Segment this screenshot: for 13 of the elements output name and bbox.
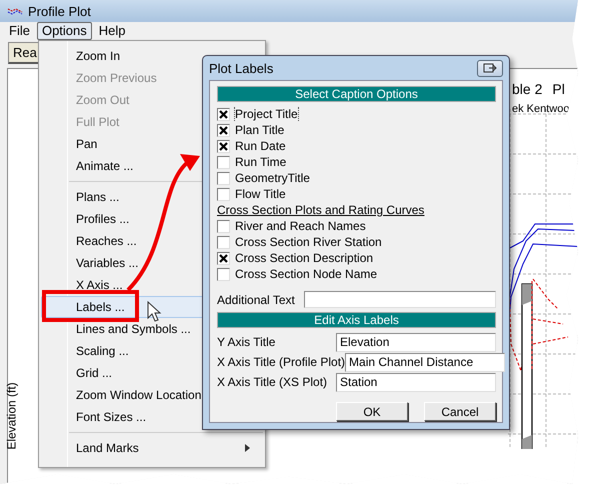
group-heading: Cross Section Plots and Rating Curves [217,202,426,218]
plot-subtitle: ek Kentwoo [512,103,570,115]
field-label: Additional Text [217,292,295,306]
field-label: X Axis Title (Profile Plot) [217,355,346,369]
plot-title-fragment: Pl [552,81,565,97]
plot-title-fragment: ble 2 [512,81,542,97]
dialog-title: Plot Labels [209,60,274,76]
section-header: Select Caption Options [217,86,496,102]
field-label: Y Axis Title [217,335,276,349]
field-label: X Axis Title (XS Plot) [217,375,328,389]
section-header: Edit Axis Labels [217,312,496,328]
y-axis-label: Elevation (ft) [4,382,19,450]
window-title: Profile Plot [28,4,91,18]
